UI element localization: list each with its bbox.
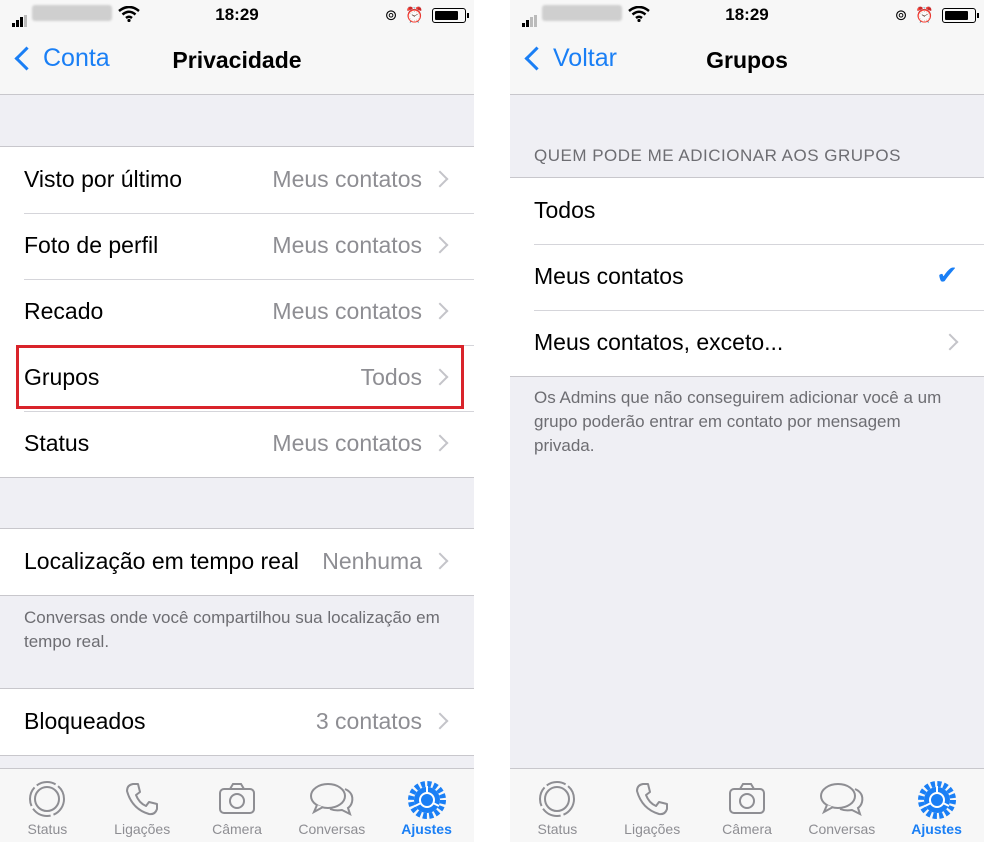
option-everyone[interactable]: Todos [510, 178, 984, 244]
tab-label: Ajustes [911, 821, 962, 837]
option-label: Meus contatos [534, 263, 684, 289]
tab-chats[interactable]: Conversas [794, 769, 889, 842]
status-icon [539, 781, 576, 817]
row-label: Foto de perfil [24, 232, 159, 258]
orientation-lock-icon: ⊚ [384, 7, 398, 24]
tab-label: Conversas [808, 821, 876, 837]
tab-label: Status [27, 821, 68, 837]
privacy-screen: 18:29 ⊚ ⏰ Conta Privacidade Visto por úl… [0, 0, 474, 842]
tab-label: Câmera [212, 821, 262, 837]
tab-status[interactable]: Status [0, 769, 95, 842]
row-value: 3 contatos [315, 708, 422, 734]
row-label: Recado [24, 298, 104, 324]
groups-highlight-box [16, 345, 464, 409]
phone-icon [636, 783, 669, 816]
tab-label: Status [537, 821, 578, 837]
navigation-bar: Conta Privacidade [0, 30, 474, 95]
row-value: Nenhuma [322, 548, 422, 574]
privacy-settings-list: Visto por último Meus contatos Foto de p… [0, 146, 474, 478]
tab-label: Ligações [114, 821, 171, 837]
row-live-location[interactable]: Localização em tempo real Nenhuma [0, 529, 474, 595]
battery-icon [432, 7, 469, 23]
chevron-right-icon [431, 170, 449, 188]
status-bar: 18:29 ⊚ ⏰ [0, 0, 474, 30]
camera-icon [218, 783, 255, 814]
tab-bar: Status Ligações Câmera Conversas Ajustes [0, 768, 474, 842]
chats-icon [819, 783, 864, 816]
tab-camera[interactable]: Câmera [700, 769, 795, 842]
blocked-list: Bloqueados 3 contatos [0, 688, 474, 756]
option-label: Todos [534, 197, 596, 223]
row-label: Localização em tempo real [24, 548, 299, 574]
row-about[interactable]: Recado Meus contatos [0, 279, 474, 345]
tab-status[interactable]: Status [510, 769, 605, 842]
row-label: Bloqueados [24, 708, 146, 734]
option-my-contacts-except[interactable]: Meus contatos, exceto... [510, 310, 984, 376]
tab-camera[interactable]: Câmera [190, 769, 285, 842]
phone-icon [126, 783, 159, 816]
chevron-right-icon [431, 302, 449, 320]
row-label: Status [24, 430, 90, 456]
tab-calls[interactable]: Ligações [95, 769, 190, 842]
chats-icon [309, 783, 354, 816]
section-header: QUEM PODE ME ADICIONAR AOS GRUPOS [534, 146, 901, 165]
option-label: Meus contatos, exceto... [534, 329, 784, 355]
chevron-right-icon [431, 712, 449, 730]
camera-icon [728, 783, 765, 814]
row-value: Meus contatos [272, 298, 422, 324]
groups-footnote: Os Admins que não conseguirem adicionar … [534, 388, 942, 455]
chevron-right-icon [431, 236, 449, 254]
chevron-right-icon [431, 552, 449, 570]
gear-icon [407, 781, 446, 819]
tab-label: Câmera [722, 821, 772, 837]
live-location-list: Localização em tempo real Nenhuma [0, 528, 474, 596]
live-location-footnote: Conversas onde você compartilhou sua loc… [24, 608, 440, 651]
alarm-icon: ⏰ [915, 7, 934, 24]
page-title: Privacidade [172, 47, 302, 73]
tab-settings[interactable]: Ajustes [889, 769, 984, 842]
tab-bar: Status Ligações Câmera Conversas Ajustes [510, 768, 984, 842]
status-bar: 18:29 ⊚ ⏰ [510, 0, 984, 30]
tab-chats[interactable]: Conversas [284, 769, 379, 842]
row-last-seen[interactable]: Visto por último Meus contatos [0, 147, 474, 213]
battery-icon [942, 7, 979, 23]
checkmark-icon: ✔ [936, 260, 958, 290]
tab-calls[interactable]: Ligações [605, 769, 700, 842]
chevron-right-icon [941, 333, 959, 351]
tab-settings[interactable]: Ajustes [379, 769, 474, 842]
row-value: Meus contatos [272, 232, 422, 258]
row-label: Visto por último [24, 166, 183, 192]
tab-label: Conversas [298, 821, 366, 837]
row-value: Meus contatos [272, 430, 422, 456]
group-permission-options: Todos Meus contatos ✔ Meus contatos, exc… [510, 177, 984, 377]
page-title: Grupos [706, 47, 788, 73]
navigation-bar: Voltar Grupos [510, 30, 984, 95]
status-icon [29, 781, 66, 817]
row-profile-photo[interactable]: Foto de perfil Meus contatos [0, 213, 474, 279]
orientation-lock-icon: ⊚ [894, 7, 908, 24]
row-status[interactable]: Status Meus contatos [0, 411, 474, 477]
tab-label: Ajustes [401, 821, 452, 837]
row-blocked[interactable]: Bloqueados 3 contatos [0, 689, 474, 755]
chevron-right-icon [431, 434, 449, 452]
option-my-contacts[interactable]: Meus contatos ✔ [510, 244, 984, 310]
tab-label: Ligações [624, 821, 681, 837]
gear-icon [917, 781, 956, 819]
row-value: Meus contatos [272, 166, 422, 192]
groups-screen: 18:29 ⊚ ⏰ Voltar Grupos QUEM PODE ME ADI… [510, 0, 984, 842]
alarm-icon: ⏰ [405, 7, 424, 24]
